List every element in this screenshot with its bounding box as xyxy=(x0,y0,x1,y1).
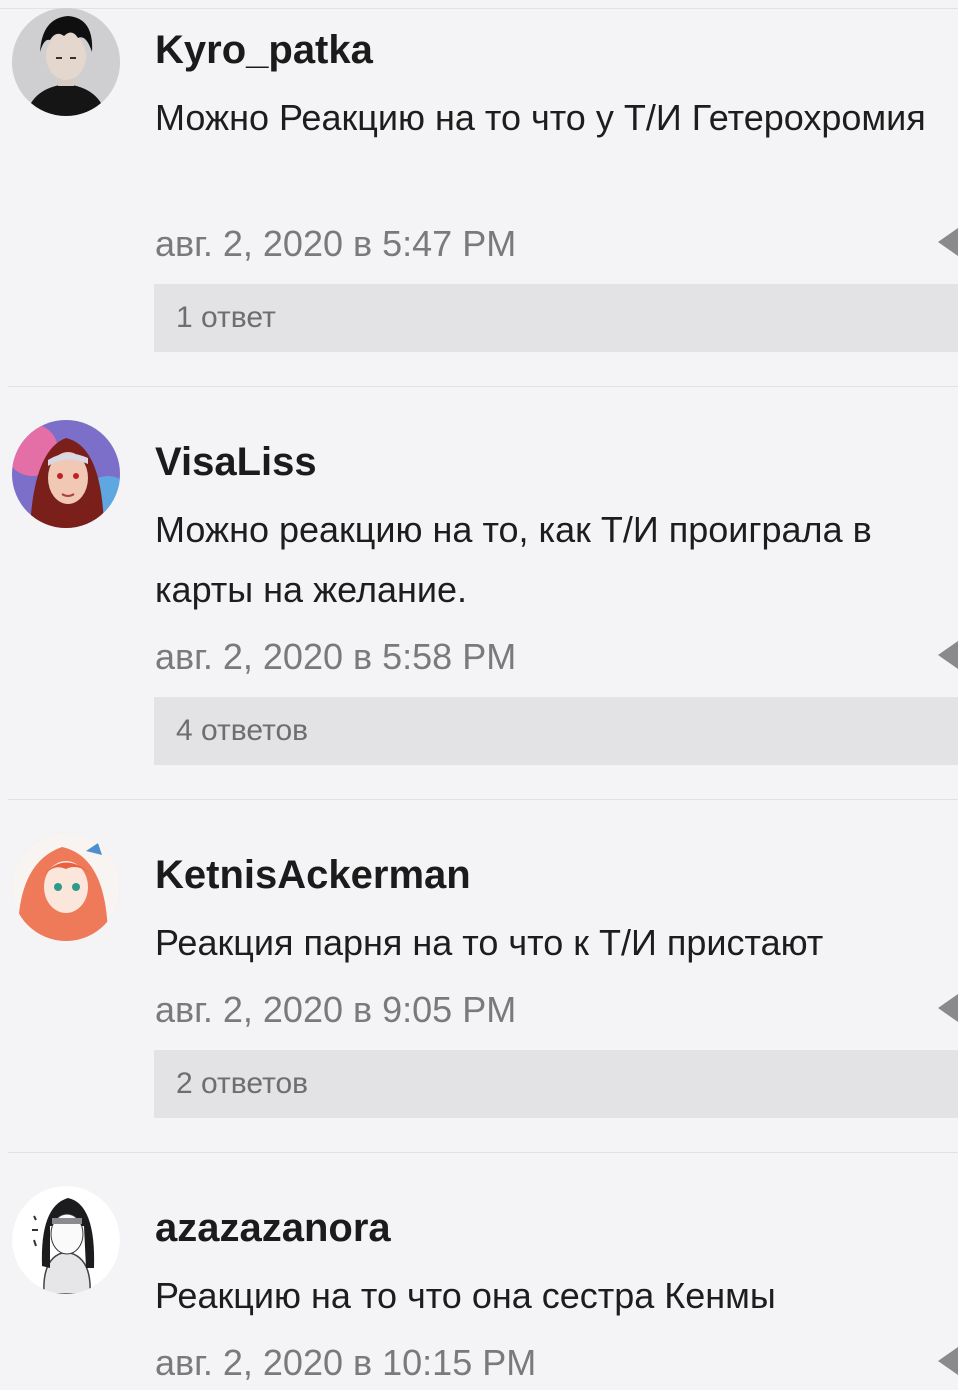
replies-button[interactable]: 1 ответ xyxy=(154,284,958,352)
replies-count: 4 ответов xyxy=(176,714,309,747)
replies-count: 1 ответ xyxy=(176,301,276,334)
comment-text: Реакция парня на то что к Т/И пристают xyxy=(155,922,824,963)
user-avatar[interactable] xyxy=(12,8,120,116)
replies-count: 2 ответов xyxy=(176,1067,309,1100)
replies-button[interactable]: 4 ответов xyxy=(154,697,958,765)
comment-divider xyxy=(8,386,958,387)
user-avatar[interactable] xyxy=(12,1186,120,1294)
replies-button[interactable]: 2 ответов xyxy=(154,1050,958,1118)
reply-arrow-icon[interactable] xyxy=(938,641,958,669)
comment-text: Можно Реакцию на то что у Т/И Гетерохром… xyxy=(155,97,926,138)
avatar-orange-hair-anime-girl-icon xyxy=(12,833,120,941)
avatar-dark-hair-man-icon xyxy=(12,8,120,116)
comment-text: Можно реакцию на то, как Т/И проиграла в… xyxy=(155,509,872,610)
comment-date: авг. 2, 2020 в 5:58 PM xyxy=(155,636,517,677)
comment-text: Реакцию на то что она сестра Кенмы xyxy=(155,1275,776,1316)
comment-divider xyxy=(8,1152,958,1153)
comment-divider xyxy=(8,799,958,800)
comment-date: авг. 2, 2020 в 5:47 PM xyxy=(155,223,517,264)
reply-arrow-icon[interactable] xyxy=(938,228,958,256)
user-avatar[interactable] xyxy=(12,833,120,941)
author-name[interactable]: azazazanora xyxy=(155,1204,391,1252)
reply-arrow-icon[interactable] xyxy=(938,994,958,1022)
avatar-red-hair-girl-icon xyxy=(12,420,120,528)
avatar-sketch-anime-character-icon xyxy=(12,1186,120,1294)
comment-date: авг. 2, 2020 в 9:05 PM xyxy=(155,989,517,1030)
author-name[interactable]: VisaLiss xyxy=(155,438,317,486)
top-divider xyxy=(0,8,958,9)
comment-date: авг. 2, 2020 в 10:15 PM xyxy=(155,1342,537,1383)
author-name[interactable]: KetnisAckerman xyxy=(155,851,471,899)
author-name[interactable]: Kyro_patka xyxy=(155,26,373,74)
user-avatar[interactable] xyxy=(12,420,120,528)
reply-arrow-icon[interactable] xyxy=(938,1347,958,1375)
